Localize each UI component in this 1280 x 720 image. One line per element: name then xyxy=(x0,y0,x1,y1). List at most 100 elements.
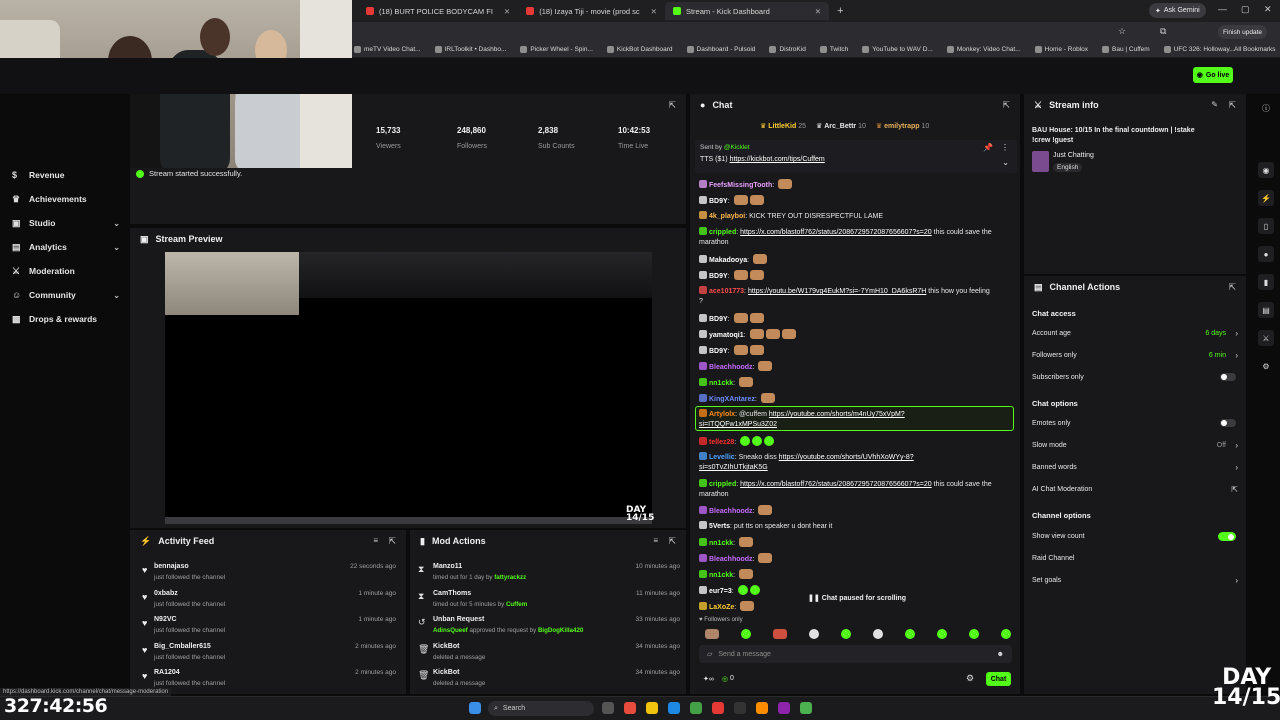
info-icon[interactable]: ⓘ xyxy=(1258,100,1274,116)
mod-actor[interactable]: Cuffem xyxy=(506,601,527,608)
chat-message[interactable]: crippled: https://x.com/blastoff762/stat… xyxy=(699,479,1011,491)
subscribers-only-row[interactable]: Subscribers only xyxy=(1032,373,1238,388)
emotes-only-row[interactable]: Emotes only xyxy=(1032,419,1238,434)
taskbar-app-icon[interactable] xyxy=(690,702,702,714)
expand-icon[interactable]: ⇱ xyxy=(668,100,676,111)
close-icon[interactable]: ✕ xyxy=(815,7,821,16)
shield-icon[interactable]: ▮ xyxy=(1258,274,1274,290)
chat-message[interactable]: Bleachhoodz: xyxy=(699,505,1011,518)
mod-action-name[interactable]: Manzo11 xyxy=(433,563,462,570)
chat-username[interactable]: KingXAntarez xyxy=(709,396,755,403)
chat-message[interactable]: LaXoZe: xyxy=(699,601,1011,614)
mod-target[interactable]: BigDogKilla420 xyxy=(538,627,583,634)
chat-username[interactable]: 5Verts xyxy=(709,523,730,530)
close-icon[interactable]: ✕ xyxy=(651,7,657,16)
chat-message[interactable]: BD9Y: xyxy=(699,345,1011,358)
subscribers-only-toggle[interactable] xyxy=(1220,373,1236,381)
mod-action-name[interactable]: KickBot xyxy=(433,643,459,650)
bookmark-item[interactable]: Dashboard - Pulsoid xyxy=(686,46,755,53)
chat-username[interactable]: crippled xyxy=(709,481,736,488)
new-tab-icon[interactable]: + xyxy=(837,5,843,17)
browser-tab[interactable]: (18) Izaya Tiji - movie (prod sc ✕ xyxy=(518,2,665,20)
taskbar-app-icon[interactable] xyxy=(624,702,636,714)
close-window-icon[interactable]: ✕ xyxy=(1264,4,1272,15)
chat-username[interactable]: Bleachhoodz xyxy=(709,508,753,515)
gear-icon[interactable]: ⚙ xyxy=(1258,358,1274,374)
mod-actor[interactable]: fattyrackzz xyxy=(494,574,526,581)
chat-username[interactable]: Bleachhoodz xyxy=(709,364,753,371)
browser-tab-active[interactable]: Stream - Kick Dashboard ✕ xyxy=(664,2,830,20)
chat-message[interactable]: KingXAntarez: xyxy=(699,393,1011,406)
expand-icon[interactable]: ⇱ xyxy=(668,536,676,547)
chat-message[interactable]: nn1ckk: xyxy=(699,377,1011,390)
chat-username[interactable]: Artylolx xyxy=(709,411,735,418)
finish-update-button[interactable]: Finish update xyxy=(1218,25,1268,39)
show-view-count-toggle[interactable] xyxy=(1218,532,1236,541)
chat-username[interactable]: nn1ckk xyxy=(709,572,733,579)
chat-paused-banner[interactable]: ❚❚ Chat paused for scrolling xyxy=(808,594,906,602)
chat-message[interactable]: tellez28: xyxy=(699,436,1011,449)
chat-username[interactable]: Bleachhoodz xyxy=(709,556,753,563)
show-view-count-row[interactable]: Show view count xyxy=(1032,532,1238,547)
chat-message[interactable]: yamatoqi1: xyxy=(699,329,1011,342)
chat-link[interactable]: https://x.com/blastoff762/status/2086729… xyxy=(740,481,932,488)
windows-start-icon[interactable] xyxy=(469,702,481,714)
all-bookmarks[interactable]: All Bookmarks xyxy=(1234,46,1276,53)
emote[interactable] xyxy=(969,629,979,639)
chat-message[interactable]: 4k_playboi: KICK TREY OUT DISRESPECTFUL … xyxy=(699,211,1011,223)
chat-link[interactable]: https://youtu.be/W179vg4EukM?si=-7YmH10_… xyxy=(748,288,926,295)
emote[interactable] xyxy=(705,629,719,639)
bookmark-item[interactable]: YouTube to WAV D... xyxy=(862,46,933,53)
chat-points[interactable]: ✦∞ ◎ 0 xyxy=(703,675,734,683)
chat-bubble-icon[interactable]: ● xyxy=(1258,246,1274,262)
taskbar-app-icon[interactable] xyxy=(756,702,768,714)
emote[interactable] xyxy=(873,629,883,639)
expand-icon[interactable]: ⇱ xyxy=(1228,282,1236,293)
pinned-message[interactable]: Sent by @Kicklet TTS ($1) https://kickbo… xyxy=(695,140,1017,173)
activity-user[interactable]: RA1204 xyxy=(154,669,180,676)
chat-username[interactable]: yamatoqi1 xyxy=(709,332,744,339)
chat-username[interactable]: BD9Y xyxy=(709,198,728,205)
edit-icon[interactable]: ✎ xyxy=(1211,100,1218,109)
expand-icon[interactable]: ⇱ xyxy=(1002,100,1010,111)
followers-only-row[interactable]: Followers only 6 min › xyxy=(1032,351,1238,366)
filter-icon[interactable]: ≡ xyxy=(653,536,658,545)
sidebar-item-studio[interactable]: ▣ Studio ⌄ xyxy=(12,218,120,228)
emote[interactable] xyxy=(773,629,787,639)
taskbar-app-icon[interactable] xyxy=(668,702,680,714)
chat-username[interactable]: BD9Y xyxy=(709,348,728,355)
chat-username[interactable]: nn1ckk xyxy=(709,380,733,387)
expand-icon[interactable]: ⇱ xyxy=(1228,100,1236,111)
bookmark-item[interactable]: Twitch xyxy=(819,46,848,53)
bookmark-item[interactable]: meTV Video Chat... xyxy=(354,46,421,53)
chat-message[interactable]: Makadooya: xyxy=(699,254,1011,267)
taskbar-app-icon[interactable] xyxy=(712,702,724,714)
chat-username[interactable]: BD9Y xyxy=(709,273,728,280)
toolbar-button-icon[interactable]: ◉ xyxy=(1258,162,1274,178)
minimize-icon[interactable]: — xyxy=(1218,4,1227,14)
bookmark-item[interactable]: Home - Roblox xyxy=(1034,46,1088,53)
bookmark-item[interactable]: KickBot Dashboard xyxy=(606,46,673,53)
emote[interactable] xyxy=(905,629,915,639)
emote[interactable] xyxy=(809,629,819,639)
chat-message[interactable]: Levellic: Sneako diss https://youtube.co… xyxy=(699,452,1011,464)
chat-username[interactable]: ace101773 xyxy=(709,288,744,295)
chat-message[interactable]: si=ITQQFw1xMPSu3Z02 xyxy=(699,420,1011,431)
sidebar-item-achievements[interactable]: ♛ Achievements xyxy=(12,194,120,204)
pinned-link[interactable]: https://kickbot.com/tips/Cuffem xyxy=(730,156,825,163)
chat-message[interactable]: si=s0TvZIhUTkjtaK5G xyxy=(699,463,1011,474)
chat-message[interactable]: Bleachhoodz: xyxy=(699,553,1011,566)
activity-user[interactable]: Big_Cmballer615 xyxy=(154,643,211,650)
bookmark-item[interactable]: Picker Wheel - Spin... xyxy=(520,46,593,53)
chat-message[interactable]: marathon xyxy=(699,490,1011,501)
mod-action-name[interactable]: Unban Request xyxy=(433,616,484,623)
language-tag[interactable]: English xyxy=(1053,163,1083,172)
chat-username[interactable]: tellez28 xyxy=(709,439,734,446)
mod-action-name[interactable]: CamThoms xyxy=(433,590,471,597)
chat-username[interactable]: crippled xyxy=(709,229,736,236)
document-icon[interactable]: ▯ xyxy=(1258,218,1274,234)
sidebar-item-drops[interactable]: ▩ Drops & rewards xyxy=(12,314,120,324)
chat-message[interactable]: nn1ckk: xyxy=(699,569,1011,582)
extension-icon[interactable]: ⧉ xyxy=(1160,26,1166,37)
go-live-button[interactable]: ◉ Go live xyxy=(1193,67,1233,83)
